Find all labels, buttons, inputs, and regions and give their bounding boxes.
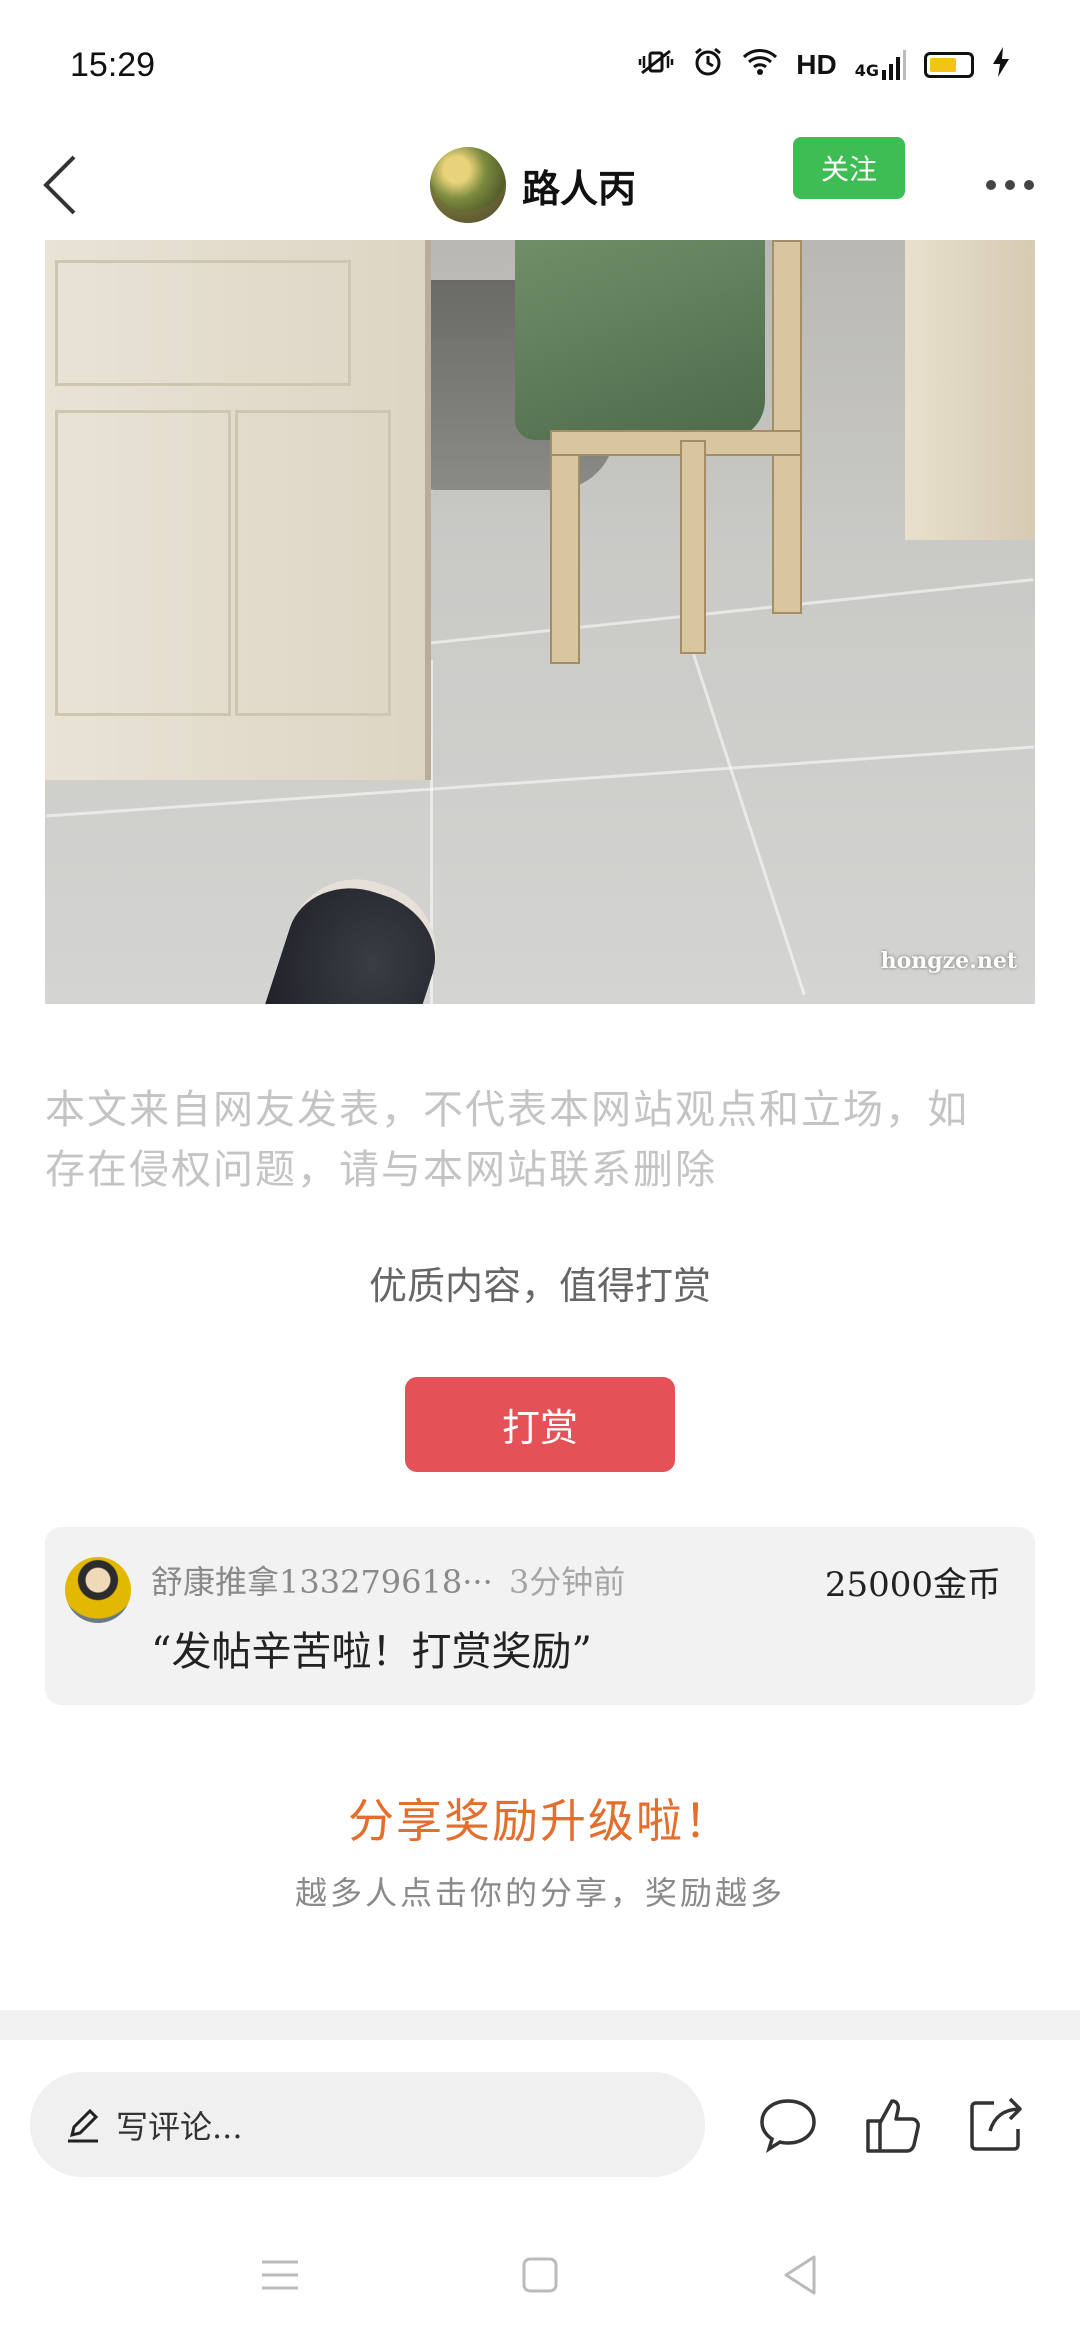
photo-chair-leg: [772, 240, 802, 614]
photo-right-cabinet: [905, 240, 1035, 540]
reward-prompt: 优质内容，值得打赏: [368, 1264, 711, 1308]
pencil-icon: [68, 2108, 99, 2142]
post-image[interactable]: hongze.net: [45, 240, 1035, 1004]
system-nav-bar: [0, 2210, 1080, 2340]
more-icon-dot: [1005, 180, 1015, 190]
author-info[interactable]: 路人丙: [430, 130, 636, 240]
bottom-action-bar: 写评论...: [0, 2040, 1080, 2210]
comment-icon: [760, 2099, 816, 2154]
share-promo-subtitle: 越多人点击你的分享，奖励越多: [294, 1874, 785, 1912]
wifi-icon: [742, 47, 778, 84]
nav-home-button[interactable]: [500, 2235, 580, 2315]
status-icons: HD 4G: [638, 46, 1010, 85]
share-icon: [970, 2097, 1022, 2151]
comment-placeholder: 写评论...: [116, 2107, 243, 2146]
tipper-avatar[interactable]: [65, 1557, 131, 1623]
alarm-icon: [692, 46, 724, 85]
disclaimer-text: 本文来自网友发表，不代表本网站观点和立场，如 存在侵权问题，请与本网站联系删除: [45, 1080, 1035, 1200]
tip-record-card: 舒康推拿133279618··· 3分钟前 25000金币 “发帖辛苦啦！打赏奖…: [45, 1527, 1035, 1705]
follow-button[interactable]: 关注: [793, 137, 905, 199]
status-bar: 15:29 HD 4G: [0, 0, 1080, 130]
photo-chair-seat: [550, 430, 802, 456]
more-icon-dot: [986, 180, 996, 190]
tip-amount: 25000金币: [824, 1565, 1001, 1605]
tip-message: “发帖辛苦啦！打赏奖励”: [151, 1629, 592, 1675]
signal-icon: 4G: [855, 50, 906, 80]
share-button[interactable]: [956, 2085, 1036, 2165]
image-watermark: hongze.net: [880, 948, 1017, 974]
status-time: 15:29: [70, 45, 156, 84]
disclaimer-line: 存在侵权问题，请与本网站联系删除: [45, 1147, 717, 1193]
signal-label: 4G: [854, 61, 879, 80]
photo-chair-leg: [680, 440, 706, 654]
battery-icon: [924, 52, 974, 78]
cabinet-panel: [55, 260, 351, 386]
nav-back-button[interactable]: [760, 2235, 840, 2315]
comment-button[interactable]: [748, 2085, 828, 2165]
home-icon: [522, 2257, 558, 2293]
more-icon-dot: [1024, 180, 1034, 190]
author-avatar[interactable]: [430, 147, 506, 223]
cabinet-panel: [55, 410, 231, 716]
nav-menu-button[interactable]: [240, 2235, 320, 2315]
disclaimer-line: 本文来自网友发表，不代表本网站观点和立场，如: [45, 1087, 969, 1133]
cabinet-panel: [235, 410, 391, 716]
photo-cabinet: [45, 240, 431, 780]
like-button[interactable]: [852, 2085, 932, 2165]
photo-jacket: [515, 240, 765, 440]
network-label: HD: [796, 49, 837, 80]
share-promo-title[interactable]: 分享奖励升级啦！: [0, 1785, 1080, 1851]
tip-button[interactable]: 打赏: [405, 1377, 675, 1472]
tip-time: 3分钟前: [508, 1563, 626, 1601]
charging-icon: [992, 46, 1010, 84]
section-divider: [0, 2010, 1080, 2041]
comment-input[interactable]: 写评论...: [30, 2072, 705, 2177]
vibrate-mute-icon: [638, 47, 674, 84]
photo-chair-leg: [550, 430, 580, 664]
tipper-name[interactable]: 舒康推拿133279618···: [151, 1563, 493, 1601]
back-arrow-icon: [43, 155, 76, 215]
header: 路人丙 关注: [0, 130, 1080, 240]
back-button[interactable]: [20, 140, 100, 230]
tipper-info: 舒康推拿133279618··· 3分钟前: [151, 1557, 625, 1603]
like-icon: [866, 2099, 920, 2153]
back-icon: [784, 2255, 816, 2295]
menu-icon: [262, 2260, 298, 2290]
more-button[interactable]: [970, 155, 1050, 215]
author-name[interactable]: 路人丙: [522, 158, 636, 213]
